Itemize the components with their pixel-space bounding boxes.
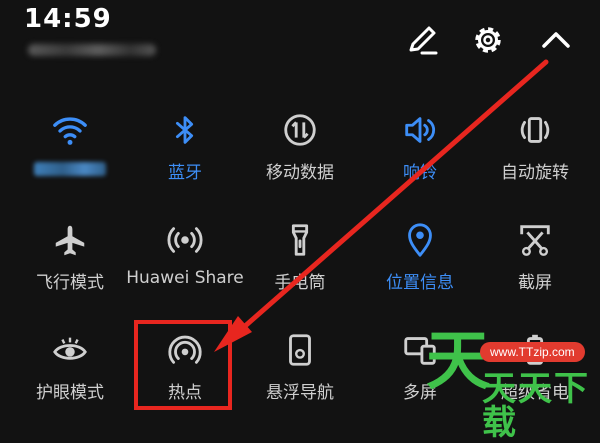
wifi-name-blurred: [34, 162, 106, 176]
screenshot-icon: [520, 225, 550, 256]
hotspot-highlight-box: [134, 320, 232, 410]
auto-rotate-icon: [520, 117, 550, 143]
tile-label: 截屏: [518, 273, 552, 293]
huawei-share-icon: [167, 227, 203, 253]
tile-bluetooth[interactable]: 蓝牙: [125, 108, 245, 188]
tile-screenshot[interactable]: 截屏: [475, 218, 595, 298]
bluetooth-icon: [175, 116, 194, 144]
gear-icon: [475, 27, 501, 53]
status-time: 14:59: [24, 4, 112, 34]
tile-label: 响铃: [403, 163, 437, 183]
floating-nav-icon: [289, 334, 311, 366]
tile-label: 蓝牙: [168, 163, 202, 183]
edit-button[interactable]: [402, 20, 442, 60]
chevron-up-icon: [542, 32, 570, 48]
tile-label: 手电筒: [274, 273, 326, 293]
tile-label: 飞行模式: [36, 273, 104, 293]
carrier-name-blurred: [28, 44, 156, 56]
tile-floating-nav[interactable]: 悬浮导航: [240, 328, 360, 408]
watermark-url: www.TTzip.com: [480, 342, 585, 362]
tile-flashlight[interactable]: 手电筒: [240, 218, 360, 298]
watermark-text: 天天下载: [482, 369, 590, 443]
tile-label: Huawei Share: [126, 268, 244, 288]
ring-icon: [405, 117, 436, 143]
wifi-icon: [53, 117, 87, 145]
mobile-data-icon: [284, 114, 316, 146]
tile-wifi[interactable]: [10, 108, 130, 188]
tile-location[interactable]: 位置信息: [360, 218, 480, 298]
tile-label: 悬浮导航: [266, 383, 334, 403]
tile-label: 移动数据: [266, 163, 334, 183]
eye-comfort-icon: [53, 337, 87, 360]
airplane-icon: [55, 225, 85, 256]
tile-label: 自动旋转: [501, 163, 569, 183]
tile-auto-rotate[interactable]: 自动旋转: [475, 108, 595, 188]
site-watermark: 天 www.TTzip.com 天天下载: [418, 324, 600, 440]
tile-ring[interactable]: 响铃: [360, 108, 480, 188]
tile-mobile-data[interactable]: 移动数据: [240, 108, 360, 188]
tile-eye-comfort[interactable]: 护眼模式: [10, 328, 130, 408]
tile-label: 位置信息: [386, 273, 454, 293]
tile-label: 护眼模式: [36, 383, 104, 403]
edit-icon: [409, 26, 438, 55]
collapse-button[interactable]: [536, 20, 576, 60]
tile-huawei-share[interactable]: Huawei Share: [125, 218, 245, 298]
flashlight-icon: [291, 224, 309, 256]
watermark-big-char: 天: [426, 325, 490, 399]
location-icon: [408, 223, 432, 257]
tile-airplane[interactable]: 飞行模式: [10, 218, 130, 298]
settings-button[interactable]: [468, 20, 508, 60]
